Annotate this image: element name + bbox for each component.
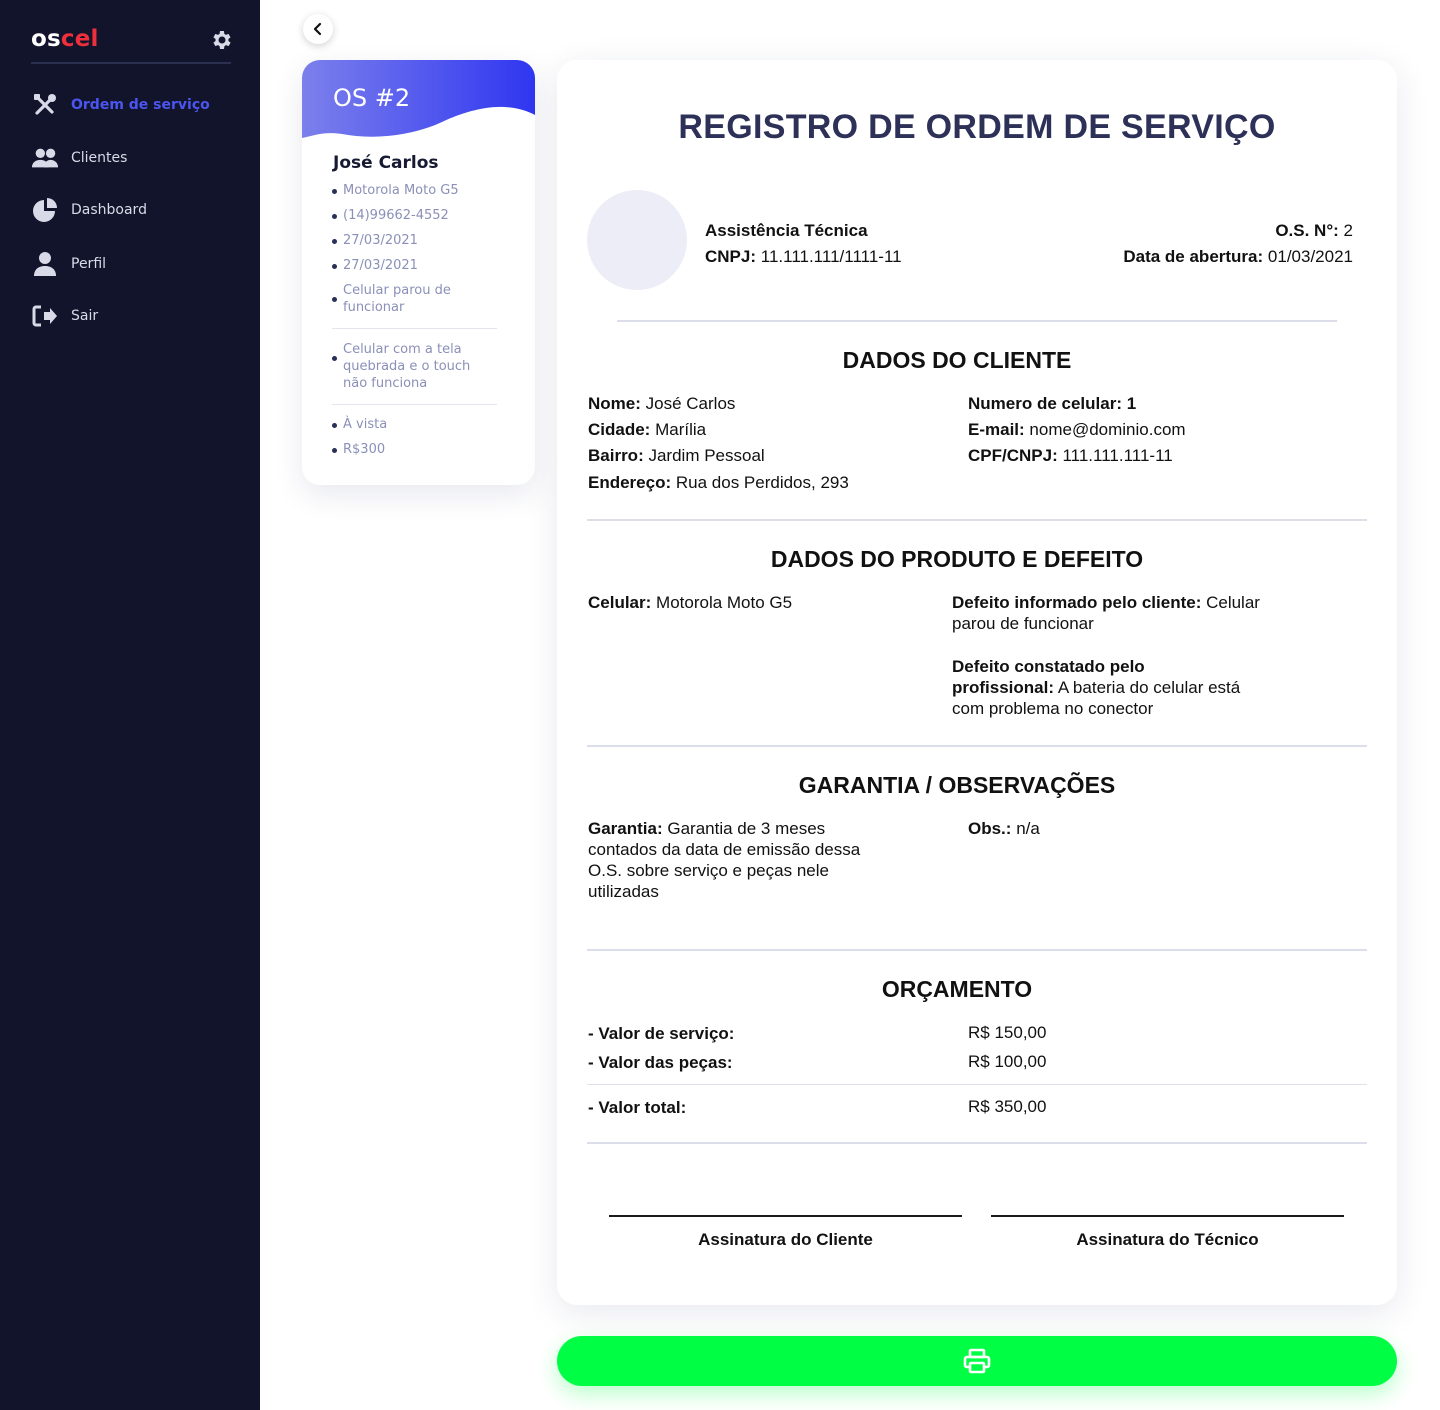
logo-text-part1: os xyxy=(31,26,61,52)
warranty-text: Garantia: Garantia de 3 meses contados d… xyxy=(588,819,861,901)
divider xyxy=(617,320,1337,322)
list-item: Celular parou de funcionar xyxy=(332,282,472,316)
client-section-title: DADOS DO CLIENTE xyxy=(842,347,1072,373)
gear-icon[interactable] xyxy=(209,28,233,52)
budget-section-title: ORÇAMENTO xyxy=(881,976,1033,1002)
list-item: 27/03/2021 xyxy=(332,232,502,249)
budget-service-label: - Valor de serviço: xyxy=(588,1024,735,1043)
list-item: R$300 xyxy=(332,441,502,458)
technician-signature-label: Assinatura do Técnico xyxy=(1076,1230,1259,1249)
list-item: (14)99662-4552 xyxy=(332,207,502,224)
sidebar-divider xyxy=(31,62,231,64)
sidebar: oscel Ordem de serviço Clientes Dashboar… xyxy=(0,0,260,1410)
print-button[interactable] xyxy=(557,1336,1397,1386)
logo-text-part2: cel xyxy=(60,26,99,52)
sidebar-item-dashboard[interactable]: Dashboard xyxy=(31,193,241,227)
client-celular: Numero de celular: 1 xyxy=(968,394,1137,413)
divider xyxy=(587,745,1367,747)
opening-date: Data de abertura: 01/03/2021 xyxy=(1123,247,1353,266)
list-item: Celular com a tela quebrada e o touch nã… xyxy=(332,341,492,392)
document-title: REGISTRO DE ORDEM DE SERVIÇO xyxy=(678,108,1276,146)
os-card-client-name: José Carlos xyxy=(333,153,439,173)
os-card-divider xyxy=(332,404,497,405)
os-number: O.S. N°: 2 xyxy=(1275,221,1353,240)
back-button[interactable] xyxy=(303,14,333,44)
sidebar-item-sair[interactable]: Sair xyxy=(31,299,241,333)
client-endereco: Endereço: Rua dos Perdidos, 293 xyxy=(588,473,849,492)
pie-chart-icon xyxy=(31,196,59,224)
user-icon xyxy=(31,250,59,278)
os-card-title: OS #2 xyxy=(333,84,411,112)
list-item: Motorola Moto G5 xyxy=(332,182,502,199)
company-cnpj: CNPJ: 11.111.111/1111-11 xyxy=(705,247,902,266)
client-email: E-mail: nome@dominio.com xyxy=(968,420,1186,439)
budget-parts-label: - Valor das peças: xyxy=(588,1053,733,1072)
product-section-title: DADOS DO PRODUTO E DEFEITO xyxy=(770,546,1144,572)
os-meta: O.S. N°: 2 Data de abertura: 01/03/2021 xyxy=(1123,218,1353,270)
budget-service-value: R$ 150,00 xyxy=(968,1023,1047,1042)
sign-out-icon xyxy=(31,302,59,330)
client-signature-label: Assinatura do Cliente xyxy=(698,1230,873,1249)
sidebar-item-label: Sair xyxy=(71,308,99,324)
defect-found: Defeito constatado pelo profissional: A … xyxy=(952,657,1241,718)
sidebar-item-ordem-de-servico[interactable]: Ordem de serviço xyxy=(31,88,241,122)
client-signature-line xyxy=(609,1215,962,1217)
budget-total-value: R$ 350,00 xyxy=(968,1097,1047,1116)
printer-icon xyxy=(963,1348,991,1374)
company-avatar xyxy=(587,190,687,290)
defect-reported: Defeito informado pelo cliente: Celular … xyxy=(952,593,1260,633)
client-nome: Nome: José Carlos xyxy=(588,394,736,413)
list-item: 27/03/2021 xyxy=(332,257,502,274)
observations: Obs.: n/a xyxy=(968,819,1040,838)
divider xyxy=(587,519,1367,521)
product-celular: Celular: Motorola Moto G5 xyxy=(588,593,793,612)
client-cpf: CPF/CNPJ: 111.111.111-11 xyxy=(968,446,1173,465)
sidebar-item-label: Perfil xyxy=(71,256,107,272)
tools-icon xyxy=(31,91,59,119)
os-summary-card[interactable]: OS #2 José Carlos Motorola Moto G5 (14)9… xyxy=(302,60,535,485)
sidebar-item-label: Dashboard xyxy=(71,202,147,218)
budget-divider xyxy=(587,1084,1367,1085)
company-name: Assistência Técnica xyxy=(705,221,868,240)
sidebar-item-clientes[interactable]: Clientes xyxy=(31,141,241,175)
divider xyxy=(587,949,1367,951)
sidebar-item-perfil[interactable]: Perfil xyxy=(31,247,241,281)
list-item: À vista xyxy=(332,416,502,433)
os-card-divider xyxy=(332,328,497,329)
sidebar-item-label: Clientes xyxy=(71,150,128,166)
divider xyxy=(587,1142,1367,1144)
service-order-document: REGISTRO DE ORDEM DE SERVIÇO Assistência… xyxy=(557,60,1397,1305)
company-info: Assistência Técnica CNPJ: 11.111.111/111… xyxy=(705,218,902,270)
chevron-left-icon xyxy=(313,22,322,36)
client-cidade: Cidade: Marília xyxy=(588,420,707,439)
client-bairro: Bairro: Jardim Pessoal xyxy=(588,446,765,465)
budget-parts-value: R$ 100,00 xyxy=(968,1052,1047,1071)
technician-signature-line xyxy=(991,1215,1344,1217)
warranty-section-title: GARANTIA / OBSERVAÇÕES xyxy=(798,772,1116,798)
users-icon xyxy=(31,144,59,172)
app-logo[interactable]: oscel xyxy=(31,26,99,52)
budget-total-label: - Valor total: xyxy=(588,1098,687,1117)
sidebar-item-label: Ordem de serviço xyxy=(71,97,210,113)
